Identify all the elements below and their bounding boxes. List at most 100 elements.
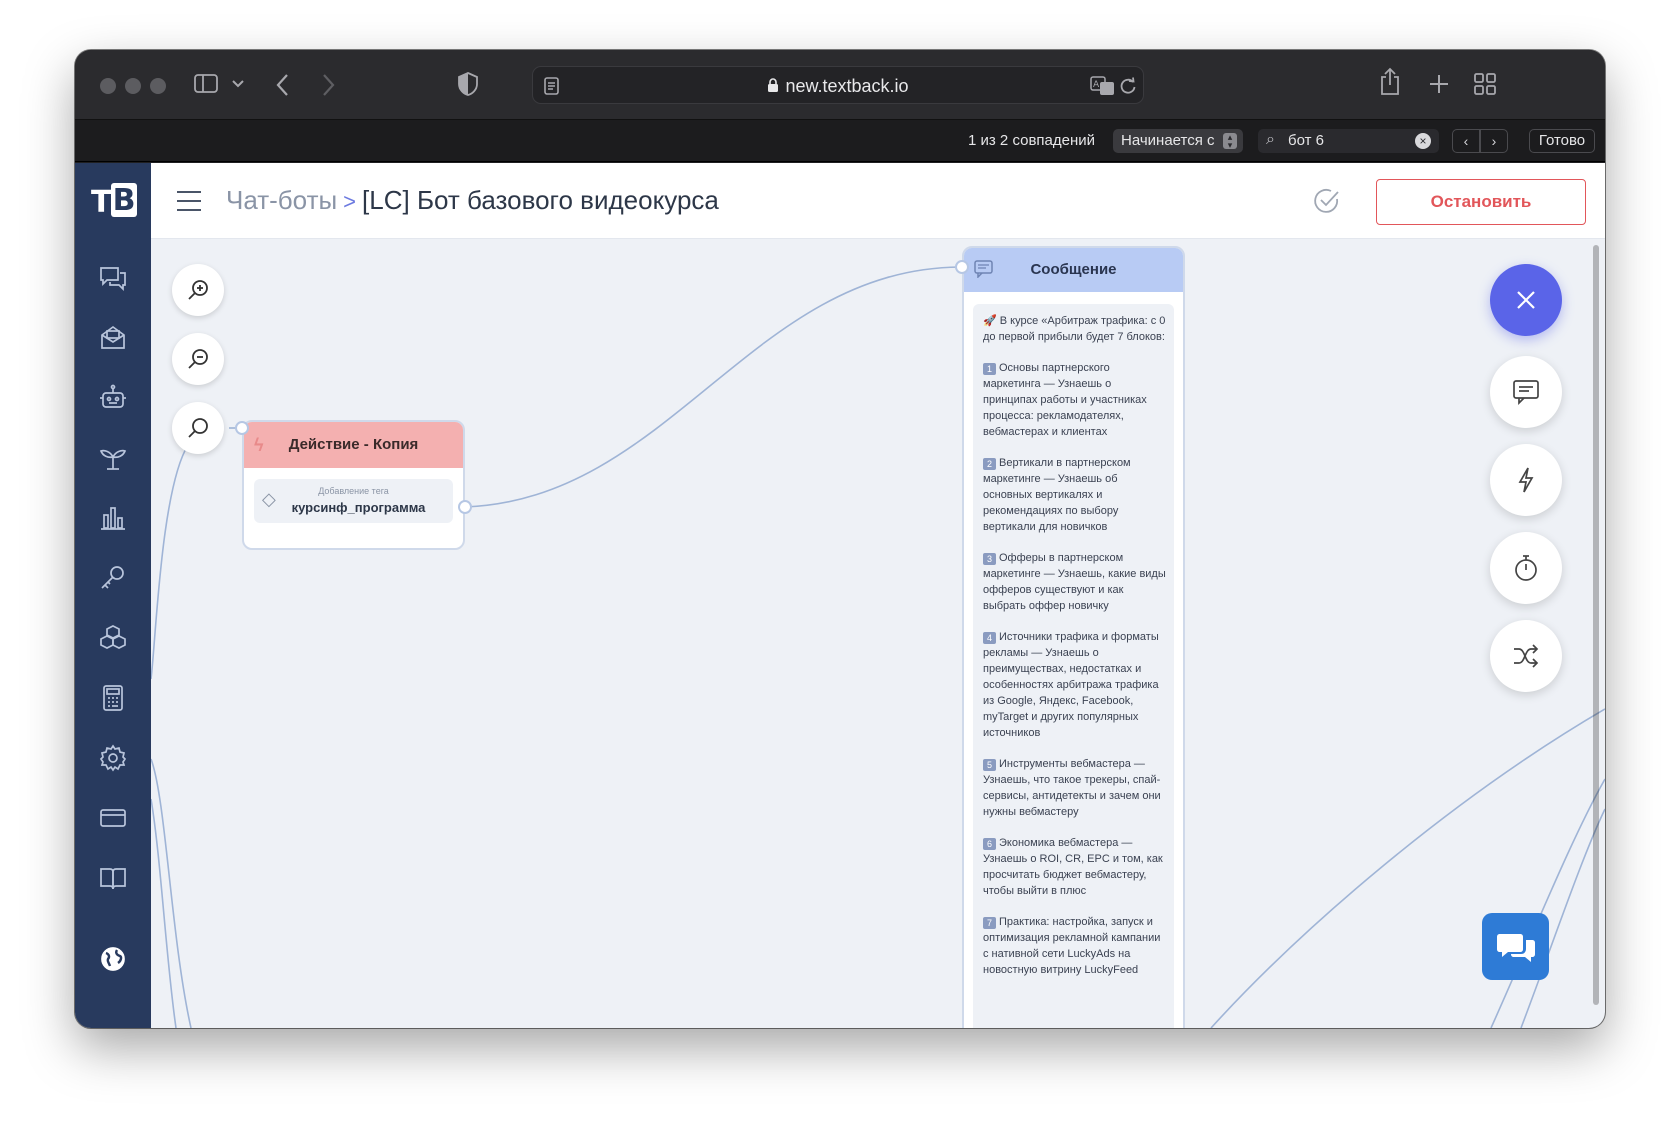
sidebar-item-integrations[interactable] bbox=[93, 618, 133, 658]
menu-icon[interactable] bbox=[177, 191, 201, 211]
book-icon bbox=[100, 868, 126, 890]
app-header: Чат-боты > [LC] Бот базового видеокурса Ос… bbox=[151, 163, 1605, 239]
action-node-header[interactable]: ϟ Действие - Копия bbox=[244, 422, 463, 468]
sidebar-item-language[interactable] bbox=[93, 939, 133, 979]
find-mode-select[interactable]: Начинается с ▴ ▾ bbox=[1113, 129, 1243, 153]
share-icon[interactable] bbox=[1378, 67, 1402, 97]
message-block: 6 Экономика вебмастера — Узнаешь о ROI, C… bbox=[983, 835, 1166, 899]
action-node[interactable]: ϟ Действие - Копия ◇ Добавление тега кур… bbox=[242, 420, 465, 550]
message-block-text: Основы партнерского маркетинга — Узнаешь… bbox=[983, 362, 1147, 438]
page-title: [LC] Бот базового видеокурса bbox=[362, 185, 719, 215]
message-block: 1 Основы партнерского маркетинга — Узнаеш… bbox=[983, 360, 1166, 440]
minimize-window-button[interactable] bbox=[125, 78, 141, 94]
action-node-output-port[interactable] bbox=[458, 500, 472, 514]
add-action-button[interactable] bbox=[1490, 444, 1562, 516]
find-input[interactable]: ⌕ бот 6 × bbox=[1258, 129, 1439, 153]
message-block: 3 Офферы в партнерском маркетинге — Узнае… bbox=[983, 550, 1166, 614]
message-block-text: Офферы в партнерском маркетинге — Узнаеш… bbox=[983, 552, 1166, 612]
address-bar[interactable]: new.textback.io A bbox=[532, 66, 1144, 104]
stop-button[interactable]: Остановить bbox=[1376, 179, 1586, 225]
message-node-input-port[interactable] bbox=[955, 260, 969, 274]
message-block: 7 Практика: настройка, запуск и оптимизац… bbox=[983, 914, 1166, 978]
sidebar-item-calculator[interactable] bbox=[93, 678, 133, 718]
sidebar-toggle-icon[interactable] bbox=[193, 72, 221, 96]
sprout-icon bbox=[99, 449, 127, 470]
action-node-input-port[interactable] bbox=[235, 421, 249, 435]
sidebar-item-growth[interactable] bbox=[93, 438, 133, 478]
zoom-out-icon bbox=[188, 349, 208, 369]
back-icon[interactable] bbox=[273, 72, 293, 98]
find-done-button[interactable]: Готово bbox=[1529, 129, 1595, 153]
message-block: 4 Источники трафика и форматы рекламы — У… bbox=[983, 629, 1166, 741]
logo[interactable]: T B bbox=[89, 181, 139, 223]
connection-lines bbox=[151, 266, 1605, 1028]
vertical-scrollbar[interactable] bbox=[1593, 245, 1599, 1005]
sidebar-item-bots[interactable] bbox=[93, 378, 133, 418]
translate-icon[interactable]: A bbox=[1090, 75, 1116, 97]
find-bar: 1 из 2 совпадений Начинается с ▴ ▾ ⌕ бот … bbox=[75, 120, 1605, 162]
search-canvas-button[interactable] bbox=[172, 402, 224, 454]
forward-icon[interactable] bbox=[318, 72, 338, 98]
add-tag-action[interactable]: ◇ Добавление тега курсинф_программа bbox=[254, 479, 453, 523]
lightning-icon bbox=[1518, 467, 1534, 493]
new-tab-icon[interactable] bbox=[1427, 72, 1451, 96]
find-match-count: 1 из 2 совпадений bbox=[968, 132, 1096, 149]
sidebar-item-docs[interactable] bbox=[93, 858, 133, 898]
message-node[interactable]: Сообщение 🚀 В курсе «Арбитраж трафика: с… bbox=[962, 246, 1185, 1028]
sidebar-item-analytics[interactable] bbox=[93, 498, 133, 538]
message-block-text: Инструменты вебмастера — Узнаешь, что та… bbox=[983, 758, 1161, 818]
logo-t: T bbox=[91, 185, 112, 220]
shield-icon[interactable] bbox=[457, 71, 479, 97]
number-badge: 7 bbox=[983, 917, 996, 929]
chevron-down-icon[interactable] bbox=[231, 78, 245, 90]
support-chat-button[interactable] bbox=[1482, 913, 1549, 980]
add-random-button[interactable] bbox=[1490, 620, 1562, 692]
bar-chart-icon bbox=[101, 507, 125, 530]
clear-icon[interactable]: × bbox=[1415, 133, 1431, 149]
message-block: 5 Инструменты вебмастера — Узнаешь, что т… bbox=[983, 756, 1166, 820]
sidebar-item-mailing[interactable] bbox=[93, 318, 133, 358]
message-icon bbox=[1513, 380, 1539, 406]
tab-overview-icon[interactable] bbox=[1473, 72, 1497, 96]
flow-canvas[interactable]: ϟ Действие - Копия ◇ Добавление тега кур… bbox=[151, 239, 1605, 1028]
add-message-button[interactable] bbox=[1490, 356, 1562, 428]
svg-text:A: A bbox=[1093, 80, 1100, 90]
add-delay-button[interactable] bbox=[1490, 532, 1562, 604]
message-block: 2 Вертикали в партнерском маркетинге — Уз… bbox=[983, 455, 1166, 535]
message-intro: 🚀 В курсе «Арбитраж трафика: с 0 до перв… bbox=[983, 315, 1166, 343]
number-badge: 5 bbox=[983, 759, 996, 771]
close-window-button[interactable] bbox=[100, 78, 116, 94]
envelope-icon bbox=[101, 325, 125, 349]
number-badge: 2 bbox=[983, 458, 996, 470]
chat-bubbles-icon bbox=[1496, 933, 1535, 962]
message-node-header[interactable]: Сообщение bbox=[964, 248, 1183, 292]
find-mode-value: Начинается с bbox=[1121, 132, 1215, 149]
close-toolbox-button[interactable] bbox=[1490, 264, 1562, 336]
zoom-in-icon bbox=[188, 280, 208, 300]
sidebar-item-settings[interactable] bbox=[93, 738, 133, 778]
message-node-title: Сообщение bbox=[1030, 261, 1117, 278]
find-previous-button[interactable]: ‹ bbox=[1452, 129, 1480, 153]
breadcrumb: Чат-боты > [LC] Бот базового видеокурса bbox=[226, 185, 719, 216]
sidebar-item-keys[interactable] bbox=[93, 558, 133, 598]
reload-icon[interactable] bbox=[1118, 76, 1138, 96]
sidebar-item-billing[interactable] bbox=[93, 798, 133, 838]
sidebar-item-chats[interactable] bbox=[93, 258, 133, 298]
chat-icon bbox=[100, 267, 126, 292]
number-badge: 1 bbox=[983, 363, 996, 375]
message-text[interactable]: 🚀 В курсе «Арбитраж трафика: с 0 до перв… bbox=[973, 304, 1174, 1028]
number-badge: 6 bbox=[983, 838, 996, 850]
find-next-button[interactable]: › bbox=[1480, 129, 1508, 153]
robot-icon bbox=[100, 384, 126, 408]
breadcrumb-parent-link[interactable]: Чат-боты bbox=[226, 185, 337, 215]
calculator-icon bbox=[103, 685, 123, 711]
zoom-window-button[interactable] bbox=[150, 78, 166, 94]
check-circle-icon[interactable] bbox=[1313, 187, 1341, 215]
zoom-in-button[interactable] bbox=[172, 264, 224, 316]
message-block-text: Вертикали в партнерском маркетинге — Узн… bbox=[983, 457, 1131, 533]
lock-icon bbox=[768, 78, 779, 92]
search-icon bbox=[188, 418, 208, 438]
browser-window: new.textback.io A 1 из 2 совпадений Начи… bbox=[75, 50, 1605, 1028]
zoom-out-button[interactable] bbox=[172, 333, 224, 385]
message-icon bbox=[974, 260, 993, 278]
